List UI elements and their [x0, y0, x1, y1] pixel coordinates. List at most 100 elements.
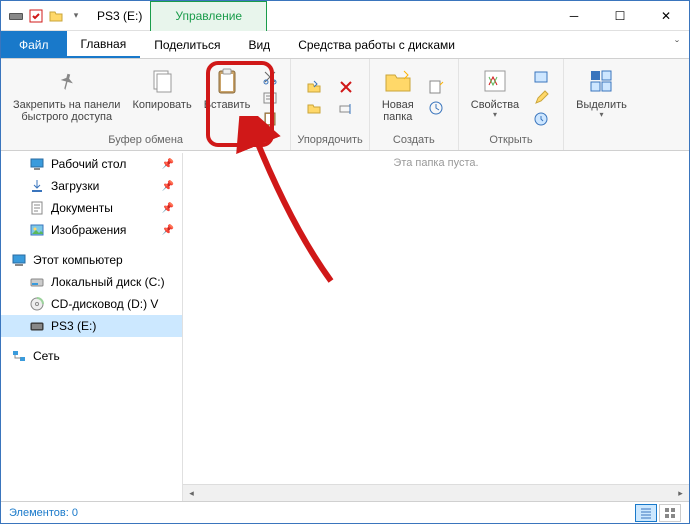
horizontal-scrollbar[interactable]: ◂ ▸	[183, 484, 689, 501]
history-icon	[533, 111, 549, 127]
close-button[interactable]: ✕	[643, 1, 689, 31]
clipboard-icon	[211, 65, 243, 97]
window-controls: ─ ☐ ✕	[551, 1, 689, 31]
download-icon	[29, 178, 45, 194]
pin-icon: 📌	[162, 225, 174, 236]
sidebar-label: PS3 (E:)	[51, 319, 96, 333]
cut-button[interactable]	[258, 67, 282, 87]
ribbon-collapse-icon[interactable]: ˇ	[665, 31, 689, 58]
view-icons-button[interactable]	[659, 504, 681, 522]
sidebar-this-pc[interactable]: Этот компьютер	[1, 249, 182, 271]
navigation-sidebar: Рабочий стол 📌 Загрузки 📌 Документы 📌 Из…	[1, 153, 183, 501]
edit-button[interactable]	[529, 88, 553, 108]
qat-properties-icon[interactable]	[27, 7, 45, 25]
rename-button[interactable]	[334, 98, 358, 118]
path-icon	[262, 90, 278, 106]
sidebar-item-desktop[interactable]: Рабочий стол 📌	[1, 153, 182, 175]
titlebar: ▾ PS3 (E:) Управление ─ ☐ ✕	[1, 1, 689, 31]
minimize-button[interactable]: ─	[551, 1, 597, 31]
properties-icon	[479, 65, 511, 97]
clipboard-group-label: Буфер обмена	[108, 134, 183, 148]
sidebar-label: Изображения	[51, 223, 126, 237]
sidebar-network[interactable]: Сеть	[1, 345, 182, 367]
cd-icon	[29, 296, 45, 312]
sidebar-drive-c[interactable]: Локальный диск (C:)	[1, 271, 182, 293]
newitem-icon	[428, 79, 444, 95]
sidebar-item-downloads[interactable]: Загрузки 📌	[1, 175, 182, 197]
new-folder-button[interactable]: Новая папка	[376, 61, 420, 134]
pictures-icon	[29, 222, 45, 238]
sidebar-drive-d[interactable]: CD-дисковод (D:) V	[1, 293, 182, 315]
easyaccess-icon	[428, 100, 444, 116]
network-icon	[11, 348, 27, 364]
drive-icon	[7, 7, 25, 25]
qat-folder-icon[interactable]	[47, 7, 65, 25]
history-button[interactable]	[529, 109, 553, 129]
folder-icon	[382, 65, 414, 97]
file-menu[interactable]: Файл	[1, 31, 67, 58]
delete-button[interactable]	[334, 77, 358, 97]
open-button[interactable]	[529, 67, 553, 87]
sidebar-label: Загрузки	[51, 179, 99, 193]
sidebar-item-pictures[interactable]: Изображения 📌	[1, 219, 182, 241]
edit-icon	[533, 90, 549, 106]
scroll-left-icon[interactable]: ◂	[183, 485, 200, 502]
sidebar-label: Сеть	[33, 349, 60, 363]
ribbon: Закрепить на панели быстрого доступа Коп…	[1, 59, 689, 151]
paste-label: Вставить	[204, 99, 251, 111]
paste-button[interactable]: Вставить	[198, 61, 257, 134]
pin-icon	[51, 65, 83, 97]
organize-group-label: Упорядочить	[297, 134, 362, 148]
chevron-down-icon: ▾	[493, 111, 497, 120]
copy-button[interactable]: Копировать	[126, 61, 197, 134]
tab-home[interactable]: Главная	[67, 31, 141, 58]
cut-icon	[262, 69, 278, 85]
qat-dropdown-icon[interactable]: ▾	[67, 7, 85, 25]
move-to-button[interactable]	[302, 77, 326, 97]
sidebar-item-documents[interactable]: Документы 📌	[1, 197, 182, 219]
moveto-icon	[306, 79, 322, 95]
pin-quickaccess-button[interactable]: Закрепить на панели быстрого доступа	[7, 61, 126, 134]
desktop-icon	[29, 156, 45, 172]
copy-to-button[interactable]	[302, 98, 326, 118]
select-icon	[585, 65, 617, 97]
chevron-down-icon: ▾	[599, 111, 603, 120]
tab-drive-tools[interactable]: Средства работы с дисками	[284, 31, 469, 58]
computer-icon	[11, 252, 27, 268]
content-area[interactable]: Эта папка пуста. ◂ ▸	[183, 153, 689, 501]
view-details-button[interactable]	[635, 504, 657, 522]
properties-button[interactable]: Свойства ▾	[465, 61, 525, 134]
sidebar-label: Рабочий стол	[51, 157, 126, 171]
paste-shortcut-button[interactable]	[258, 109, 282, 129]
sidebar-label: Документы	[51, 201, 113, 215]
pin-icon: 📌	[162, 159, 174, 170]
usb-icon	[29, 318, 45, 334]
maximize-button[interactable]: ☐	[597, 1, 643, 31]
create-group-label: Создать	[393, 134, 435, 148]
pin-label: Закрепить на панели быстрого доступа	[13, 99, 120, 123]
window-title: PS3 (E:)	[97, 9, 142, 23]
pin-icon: 📌	[162, 203, 174, 214]
tab-share[interactable]: Поделиться	[140, 31, 234, 58]
menubar: Файл Главная Поделиться Вид Средства раб…	[1, 31, 689, 59]
rename-icon	[338, 100, 354, 116]
new-item-button[interactable]	[424, 77, 448, 97]
shortcut-icon	[262, 111, 278, 127]
open-group-label: Открыть	[489, 134, 532, 148]
item-count: Элементов: 0	[9, 507, 78, 519]
scroll-right-icon[interactable]: ▸	[672, 485, 689, 502]
copy-path-button[interactable]	[258, 88, 282, 108]
sidebar-label: CD-дисковод (D:) V	[51, 297, 158, 311]
tab-view[interactable]: Вид	[234, 31, 284, 58]
copyto-icon	[306, 100, 322, 116]
sidebar-drive-e[interactable]: PS3 (E:)	[1, 315, 182, 337]
select-button[interactable]: Выделить ▾	[570, 61, 633, 134]
document-icon	[29, 200, 45, 216]
copy-label: Копировать	[132, 99, 191, 111]
open-icon	[533, 69, 549, 85]
easy-access-button[interactable]	[424, 98, 448, 118]
hdd-icon	[29, 274, 45, 290]
manage-tab[interactable]: Управление	[150, 1, 267, 31]
delete-icon	[338, 79, 354, 95]
sidebar-label: Этот компьютер	[33, 253, 123, 267]
